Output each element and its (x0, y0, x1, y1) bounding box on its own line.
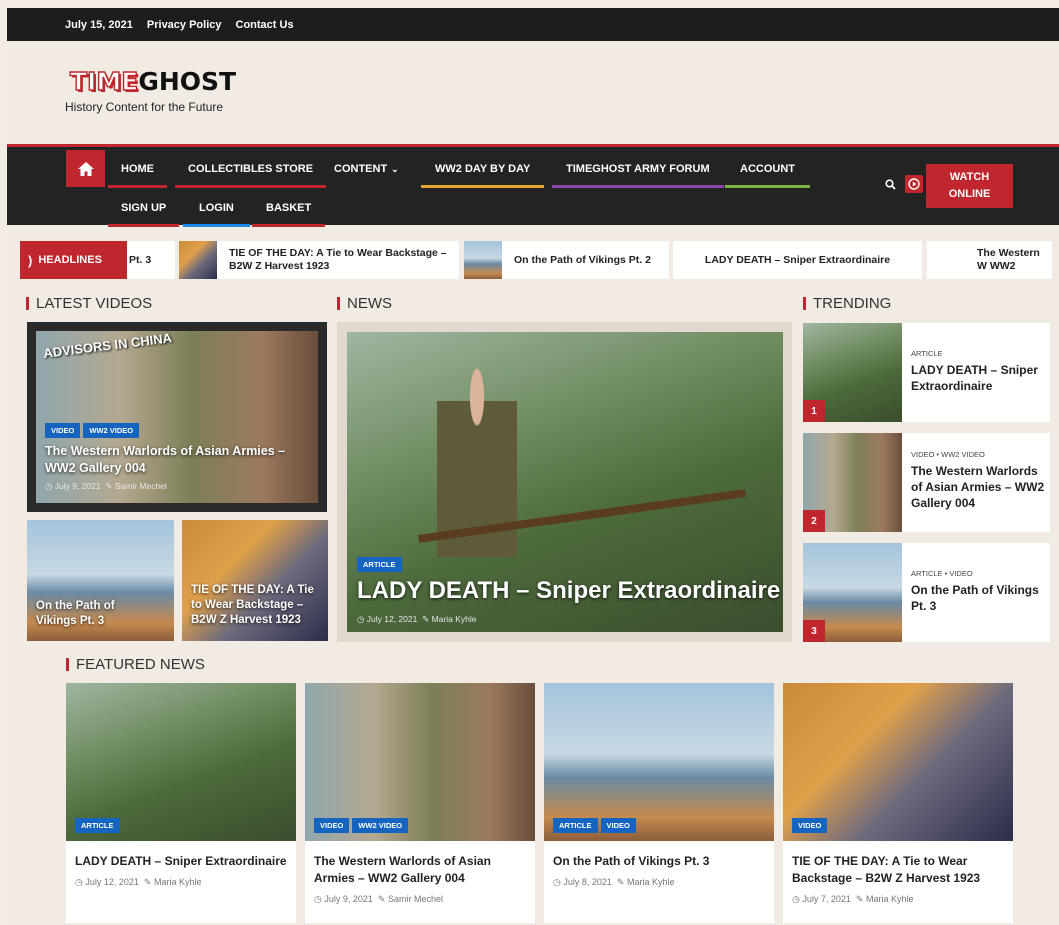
nav-account[interactable]: ACCOUNT (725, 150, 810, 188)
trending-title[interactable]: LADY DEATH – Sniper Extraordinaire (911, 362, 1043, 394)
tag-article[interactable]: ARTICLE (75, 818, 120, 833)
site-tagline: History Content for the Future (65, 100, 224, 114)
nav-content[interactable]: CONTENT ⌄ (322, 150, 411, 188)
trending-item[interactable]: 3 ARTICLE • VIDEO On the Path of Vikings… (803, 543, 1050, 642)
contact-link[interactable]: Contact Us (236, 19, 294, 31)
card-title[interactable]: TIE OF THE DAY: A Tie to Wear Backstage … (191, 583, 323, 628)
trending-rank: 1 (803, 400, 825, 422)
featured-meta: ◷ July 7, 2021 ✎ Maria Kyhle (792, 894, 914, 904)
card-overlay: VIDEO WW2 VIDEO The Western Warlords of A… (45, 420, 315, 492)
tag-video[interactable]: VIDEO (314, 818, 350, 833)
news-heading: NEWS (337, 295, 392, 312)
clock-icon: ◷ (45, 481, 55, 491)
privacy-link[interactable]: Privacy Policy (147, 19, 222, 31)
ticker-thumbnail (179, 241, 217, 279)
featured-news-heading: FEATURED NEWS (66, 656, 205, 673)
trending-category[interactable]: ARTICLE (911, 349, 1043, 358)
nav-sign-up[interactable]: SIGN UP (108, 189, 180, 227)
trending-item[interactable]: 2 VIDEO • WW2 VIDEO The Western Warlords… (803, 433, 1050, 532)
news-title[interactable]: LADY DEATH – Sniper Extraordinaire (357, 576, 782, 606)
tag-ww2-video[interactable]: WW2 VIDEO (352, 818, 409, 833)
featured-card[interactable]: ARTICLE VIDEO On the Path of Vikings Pt. … (544, 683, 774, 923)
featured-meta: ◷ July 8, 2021 ✎ Maria Kyhle (553, 877, 675, 887)
trending-category[interactable]: ARTICLE • VIDEO (911, 569, 1046, 578)
featured-image: VIDEO WW2 VIDEO (305, 683, 535, 841)
site-logo[interactable]: TIMEGHOST (69, 66, 236, 96)
trending-heading: TRENDING (803, 295, 891, 312)
current-date: July 15, 2021 (65, 18, 133, 31)
trending-rank: 3 (803, 620, 825, 642)
headlines-ticker: ) HEADLINES Pt. 3 TIE OF THE DAY: A Tie t… (20, 241, 1052, 281)
featured-image: VIDEO (783, 683, 1013, 841)
author-icon: ✎ (105, 481, 115, 491)
site-frame: July 15, 2021 Privacy Policy Contact Us … (7, 8, 1059, 925)
home-button[interactable] (66, 150, 105, 187)
featured-meta: ◷ July 12, 2021 ✎ Maria Kyhle (75, 877, 202, 887)
tag-article[interactable]: ARTICLE (553, 818, 598, 833)
featured-image: ARTICLE (66, 683, 296, 841)
card-title[interactable]: The Western Warlords of Asian Armies – W… (45, 443, 315, 477)
top-bar: July 15, 2021 Privacy Policy Contact Us (7, 8, 1059, 41)
nav-army-forum[interactable]: TIMEGHOST ARMY FORUM (552, 150, 724, 188)
watch-online-button[interactable]: WATCH ONLINE (926, 164, 1013, 208)
card-meta: ◷ July 12, 2021 ✎ Maria Kyhle (357, 614, 477, 624)
play-icon[interactable] (905, 175, 923, 193)
search-icon[interactable] (885, 179, 896, 190)
main-nav: HOME COLLECTIBLES STORE CONTENT ⌄ WW2 DAY… (7, 144, 1059, 227)
featured-title[interactable]: TIE OF THE DAY: A Tie to Wear Backstage … (792, 853, 1007, 887)
nav-collectibles-store[interactable]: COLLECTIBLES STORE (175, 150, 327, 188)
card-overlay: ARTICLE LADY DEATH – Sniper Extraordinai… (357, 554, 782, 625)
nav-home[interactable]: HOME (108, 150, 167, 188)
featured-title[interactable]: The Western Warlords of Asian Armies – W… (314, 853, 529, 887)
tag-video[interactable]: VIDEO (45, 423, 81, 438)
nav-login[interactable]: LOGIN (183, 189, 250, 227)
featured-card[interactable]: VIDEO TIE OF THE DAY: A Tie to Wear Back… (783, 683, 1013, 923)
chevron-down-icon: ⌄ (391, 163, 399, 174)
card-meta: ◷ July 9, 2021 ✎ Samir Mechel (45, 481, 167, 491)
latest-video-card-small[interactable]: TIE OF THE DAY: A Tie to Wear Backstage … (182, 520, 328, 641)
page: July 15, 2021 Privacy Policy Contact Us … (0, 0, 1059, 925)
tag-video[interactable]: VIDEO (792, 818, 828, 833)
home-icon (77, 161, 94, 176)
trending-category[interactable]: VIDEO • WW2 VIDEO (911, 450, 1046, 459)
trending-rank: 2 (803, 510, 825, 532)
featured-title[interactable]: On the Path of Vikings Pt. 3 (553, 853, 768, 870)
ticker-item[interactable]: TIE OF THE DAY: A Tie to Wear Backstage … (179, 241, 459, 279)
ticker-item[interactable]: On the Path of Vikings Pt. 2 (464, 241, 669, 279)
featured-card[interactable]: ARTICLE LADY DEATH – Sniper Extraordinai… (66, 683, 296, 923)
latest-video-card-small[interactable]: On the Path of Vikings Pt. 3 (27, 520, 174, 641)
featured-card[interactable]: VIDEO WW2 VIDEO The Western Warlords of A… (305, 683, 535, 923)
latest-videos-heading: LATEST VIDEOS (26, 295, 152, 312)
tag-article[interactable]: ARTICLE (357, 557, 402, 572)
nav-basket[interactable]: BASKET (252, 189, 326, 227)
headlines-badge: ) HEADLINES (20, 241, 127, 279)
trending-title[interactable]: On the Path of Vikings Pt. 3 (911, 582, 1046, 614)
trending-item[interactable]: 1 ARTICLE LADY DEATH – Sniper Extraordin… (803, 323, 1050, 422)
ticker-thumbnail (464, 241, 502, 279)
featured-title[interactable]: LADY DEATH – Sniper Extraordinaire (75, 853, 290, 870)
tag-ww2-video[interactable]: WW2 VIDEO (83, 423, 140, 438)
tag-video[interactable]: VIDEO (600, 818, 636, 833)
nav-ww2-day-by-day[interactable]: WW2 DAY BY DAY (421, 150, 545, 188)
featured-meta: ◷ July 9, 2021 ✎ Samir Mechel (314, 894, 443, 904)
news-card[interactable]: ARTICLE LADY DEATH – Sniper Extraordinai… (337, 322, 792, 642)
ticker-item[interactable]: LADY DEATH – Sniper Extraordinaire (673, 241, 922, 279)
trending-title[interactable]: The Western Warlords of Asian Armies – W… (911, 463, 1046, 511)
featured-image: ARTICLE VIDEO (544, 683, 774, 841)
card-title[interactable]: On the Path of Vikings Pt. 3 (36, 599, 156, 629)
ticker-item[interactable]: The Western W WW2 Gallery 0 (927, 241, 1052, 279)
logo-area: TIMEGHOST History Content for the Future (7, 41, 1059, 144)
latest-video-card[interactable]: ADVISORS IN CHINA VIDEO WW2 VIDEO The Wes… (27, 322, 327, 512)
